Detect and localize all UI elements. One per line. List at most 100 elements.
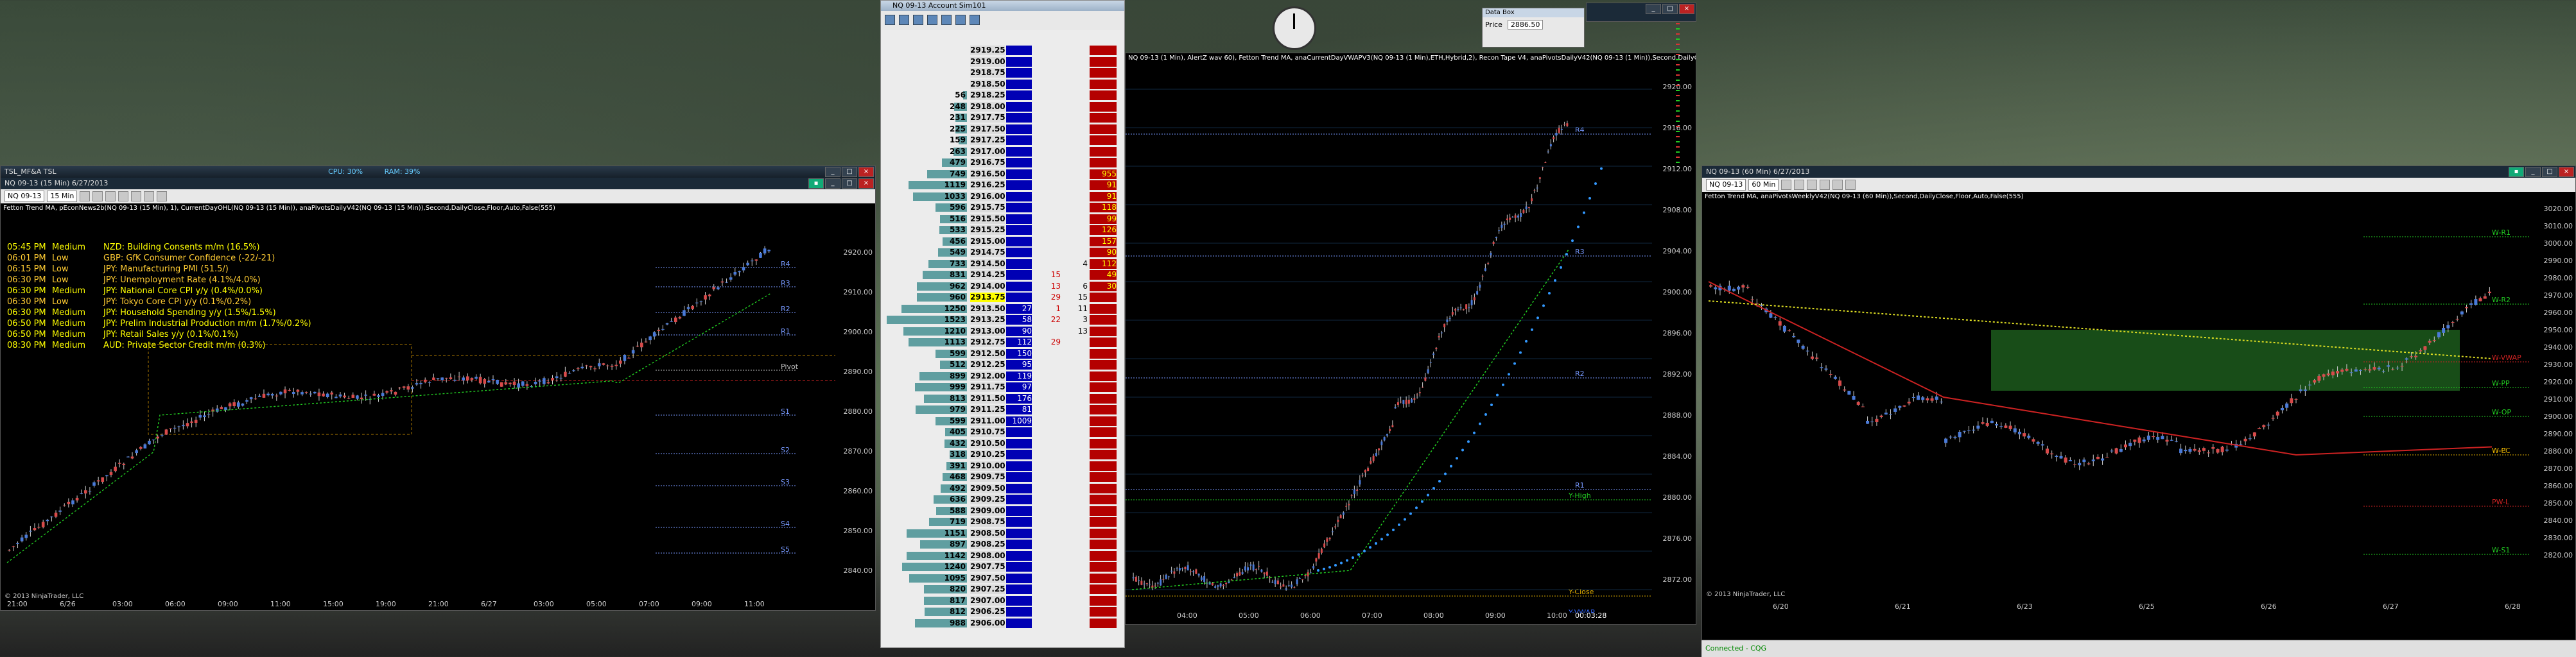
price-cell[interactable]: 2916.75: [970, 158, 1005, 167]
minimize-button[interactable]: _: [825, 167, 840, 177]
bid-cell[interactable]: [1006, 46, 1032, 55]
bid-cell[interactable]: 90: [1006, 326, 1032, 336]
ladder-title[interactable]: NQ 09-13 Account Sim101: [881, 1, 1124, 11]
bid-cell[interactable]: [1006, 607, 1032, 617]
price-cell[interactable]: 2914.75: [970, 248, 1005, 257]
price-cell[interactable]: 2914.00: [970, 281, 1005, 291]
bid-cell[interactable]: [1006, 259, 1032, 269]
sell-cell[interactable]: 15: [1062, 293, 1088, 302]
ladder-row[interactable]: 391 2910.00: [881, 461, 1126, 471]
ask-cell[interactable]: 955: [1090, 169, 1117, 179]
zoom-icon[interactable]: [118, 191, 129, 201]
bid-cell[interactable]: 81: [1006, 405, 1032, 414]
ladder-row[interactable]: 1119 2916.25 91: [881, 180, 1126, 190]
bid-cell[interactable]: [1006, 191, 1032, 201]
ask-cell[interactable]: [1090, 46, 1117, 55]
minimize-button[interactable]: _: [2525, 167, 2541, 177]
ladder-row[interactable]: 2919.00: [881, 56, 1126, 67]
bid-cell[interactable]: [1006, 427, 1032, 437]
bid-cell[interactable]: [1006, 135, 1032, 145]
price-cell[interactable]: 2909.25: [970, 495, 1005, 504]
bid-cell[interactable]: [1006, 450, 1032, 459]
price-cell[interactable]: 2908.25: [970, 540, 1005, 549]
ask-cell[interactable]: [1090, 405, 1117, 414]
price-cell[interactable]: 2918.25: [970, 90, 1005, 100]
bid-cell[interactable]: [1006, 180, 1032, 190]
ask-cell[interactable]: [1090, 124, 1117, 134]
bid-cell[interactable]: [1006, 461, 1032, 471]
ladder-row[interactable]: 549 2914.75 90: [881, 248, 1126, 257]
maximize-button[interactable]: □: [2542, 167, 2557, 177]
ask-cell[interactable]: [1090, 135, 1117, 145]
price-cell[interactable]: 2918.00: [970, 101, 1005, 112]
bid-cell[interactable]: [1006, 528, 1032, 538]
ask-cell[interactable]: [1090, 584, 1117, 594]
strategy-icon[interactable]: [144, 191, 155, 201]
bid-cell[interactable]: [1006, 158, 1032, 167]
ladder-row[interactable]: 813 2911.50 176: [881, 393, 1126, 404]
ladder-row[interactable]: 812 2906.25: [881, 607, 1126, 617]
sell-cell[interactable]: 13: [1062, 327, 1088, 336]
ladder-row[interactable]: 468 2909.75: [881, 472, 1126, 482]
price-cell[interactable]: 2907.25: [970, 584, 1005, 594]
buy-cell[interactable]: 15: [1035, 270, 1061, 280]
sell-cell[interactable]: 6: [1062, 282, 1088, 291]
ask-cell[interactable]: 91: [1090, 191, 1117, 201]
bid-cell[interactable]: [1006, 438, 1032, 448]
ladder-row[interactable]: 1113 2912.75 112 29: [881, 337, 1126, 347]
bid-cell[interactable]: [1006, 618, 1032, 628]
bid-cell[interactable]: [1006, 562, 1032, 572]
price-cell[interactable]: 2913.75: [970, 293, 1005, 302]
price-cell[interactable]: 2916.25: [970, 180, 1005, 190]
draw-icon[interactable]: [1794, 180, 1805, 190]
ask-cell[interactable]: [1090, 562, 1117, 572]
bid-cell[interactable]: [1006, 281, 1032, 291]
properties-icon[interactable]: [1845, 180, 1856, 190]
candlestick-chart-1min[interactable]: R4R3R2R1Y-HighY-CloseY-VWAP: [1126, 64, 1652, 613]
chart-plot-15min[interactable]: Fetton Trend MA, pEconNews2b(NQ 09-13 (1…: [1, 203, 835, 601]
bid-cell[interactable]: [1006, 573, 1032, 583]
ladder-row[interactable]: 432 2910.50: [881, 438, 1126, 448]
ladder-row[interactable]: 2919.25: [881, 46, 1126, 55]
ladder-row[interactable]: 960 2913.75 29 15: [881, 293, 1126, 302]
ask-cell[interactable]: [1090, 550, 1117, 561]
ladder-row[interactable]: 512 2912.25 95: [881, 360, 1126, 370]
ladder-row[interactable]: 159 2917.25: [881, 135, 1126, 145]
price-cell[interactable]: 2915.00: [970, 236, 1005, 246]
ask-cell[interactable]: [1090, 618, 1117, 628]
price-cell[interactable]: 2915.75: [970, 203, 1005, 212]
price-cell[interactable]: 2908.50: [970, 528, 1005, 538]
ask-cell[interactable]: [1090, 427, 1117, 437]
ladder-row[interactable]: 479 2916.75: [881, 158, 1126, 167]
candlestick-chart-60min[interactable]: W-R1W-R2W-VWAPW-PPW-OPW-PCW-CPW-LW-S1: [1702, 205, 2530, 577]
ask-cell[interactable]: [1090, 607, 1117, 617]
ask-cell[interactable]: [1090, 506, 1117, 516]
ask-cell[interactable]: [1090, 56, 1117, 67]
price-cell[interactable]: 2909.75: [970, 472, 1005, 482]
price-cell[interactable]: 2919.00: [970, 56, 1005, 67]
ladder-row[interactable]: 231 2917.75: [881, 113, 1126, 123]
price-cell[interactable]: 2912.50: [970, 348, 1005, 359]
price-cell[interactable]: 2911.25: [970, 405, 1005, 414]
ladder-row[interactable]: 1033 2916.00 91: [881, 191, 1126, 201]
ladder-row[interactable]: 599 2912.50 150: [881, 348, 1126, 359]
price-cell[interactable]: 2912.75: [970, 337, 1005, 347]
ladder-row[interactable]: 405 2910.75: [881, 427, 1126, 437]
price-cell[interactable]: 2913.00: [970, 326, 1005, 336]
bid-cell[interactable]: 112: [1006, 337, 1032, 347]
price-cell[interactable]: 2914.50: [970, 259, 1005, 269]
ask-cell[interactable]: [1090, 79, 1117, 89]
ladder-row[interactable]: 588 2909.00: [881, 506, 1126, 516]
close-button[interactable]: ×: [1679, 4, 1694, 14]
ladder-row[interactable]: 596 2915.75 118: [881, 203, 1126, 212]
settings-icon[interactable]: [955, 15, 966, 25]
ask-cell[interactable]: [1090, 528, 1117, 538]
close-button[interactable]: ×: [2559, 167, 2574, 177]
sell-cell[interactable]: 4: [1062, 259, 1088, 269]
ask-cell[interactable]: [1090, 483, 1117, 493]
ask-cell[interactable]: [1090, 101, 1117, 112]
bid-cell[interactable]: [1006, 472, 1032, 482]
indicator-icon[interactable]: [1832, 180, 1843, 190]
price-cell[interactable]: 2917.25: [970, 135, 1005, 145]
ask-cell[interactable]: 30: [1090, 281, 1117, 291]
